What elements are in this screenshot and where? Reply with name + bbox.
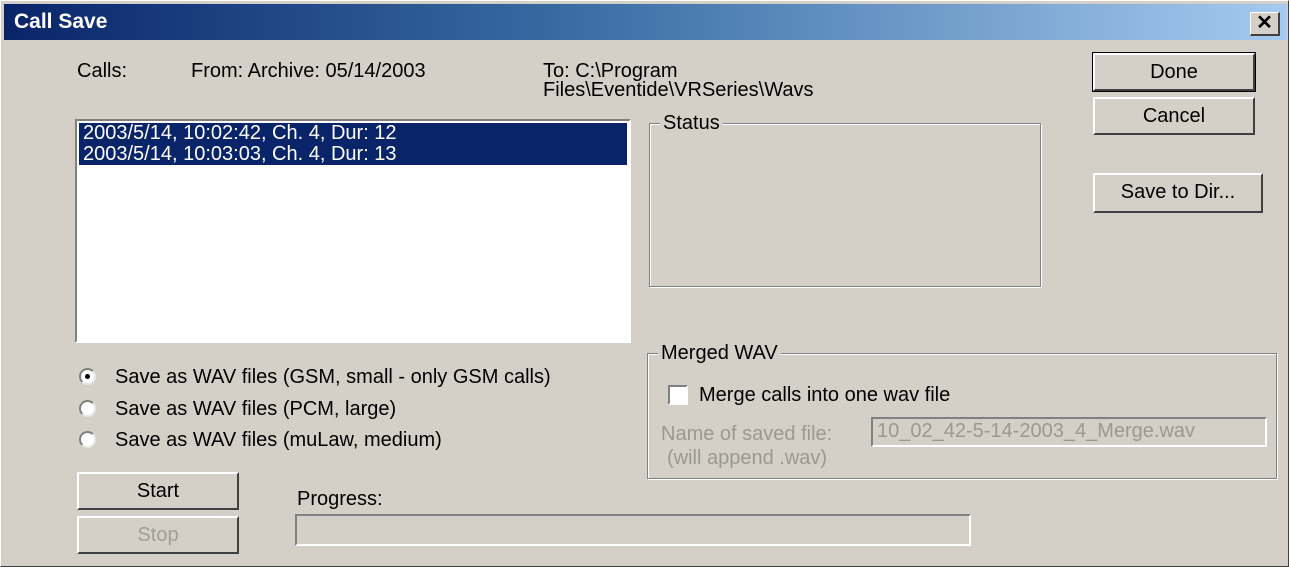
from-archive-text: From: Archive: 05/14/2003: [191, 60, 426, 82]
status-group-label: Status: [660, 111, 723, 135]
calls-label: Calls:: [77, 60, 128, 82]
radio-pcm-label: Save as WAV files (PCM, large): [115, 398, 397, 420]
saved-file-name-label: Name of saved file:: [661, 423, 833, 445]
start-button[interactable]: Start: [77, 472, 239, 510]
radio-gsm-label: Save as WAV files (GSM, small - only GSM…: [115, 366, 551, 388]
radio-pcm-option[interactable]: Save as WAV files (PCM, large): [79, 397, 639, 421]
to-path-line2: Files\Eventide\VRSeries\Wavs: [543, 79, 814, 101]
radio-mulaw-option[interactable]: Save as WAV files (muLaw, medium): [79, 428, 639, 452]
radio-mulaw[interactable]: [79, 431, 96, 448]
cancel-button[interactable]: Cancel: [1093, 97, 1255, 135]
progress-label: Progress:: [297, 488, 383, 510]
append-wav-hint: (will append .wav): [667, 447, 828, 469]
status-group: Status: [649, 111, 1041, 287]
radio-gsm-option[interactable]: Save as WAV files (GSM, small - only GSM…: [79, 365, 639, 389]
radio-gsm[interactable]: [79, 368, 96, 385]
done-button[interactable]: Done: [1092, 52, 1256, 92]
title-bar[interactable]: Call Save ✕: [4, 4, 1287, 40]
merge-calls-checkbox[interactable]: [668, 385, 688, 405]
list-item[interactable]: 2003/5/14, 10:03:03, Ch. 4, Dur: 13: [79, 144, 627, 165]
close-button[interactable]: ✕: [1250, 12, 1280, 36]
radio-pcm[interactable]: [79, 400, 96, 417]
stop-button[interactable]: Stop: [77, 516, 239, 554]
call-save-dialog: Call Save ✕ Calls: From: Archive: 05/14/…: [0, 0, 1289, 567]
save-to-dir-button[interactable]: Save to Dir...: [1093, 173, 1263, 213]
progress-bar: [295, 514, 971, 546]
radio-mulaw-label: Save as WAV files (muLaw, medium): [115, 429, 442, 451]
close-icon: ✕: [1256, 12, 1273, 34]
calls-listbox[interactable]: 2003/5/14, 10:02:42, Ch. 4, Dur: 12 2003…: [75, 119, 631, 343]
list-item[interactable]: 2003/5/14, 10:02:42, Ch. 4, Dur: 12: [79, 123, 627, 144]
window-title: Call Save: [14, 10, 108, 33]
merge-calls-label[interactable]: Merge calls into one wav file: [699, 383, 950, 407]
merged-wav-group-label: Merged WAV: [658, 341, 781, 365]
saved-file-name-field[interactable]: 10_02_42-5-14-2003_4_Merge.wav: [871, 417, 1267, 447]
